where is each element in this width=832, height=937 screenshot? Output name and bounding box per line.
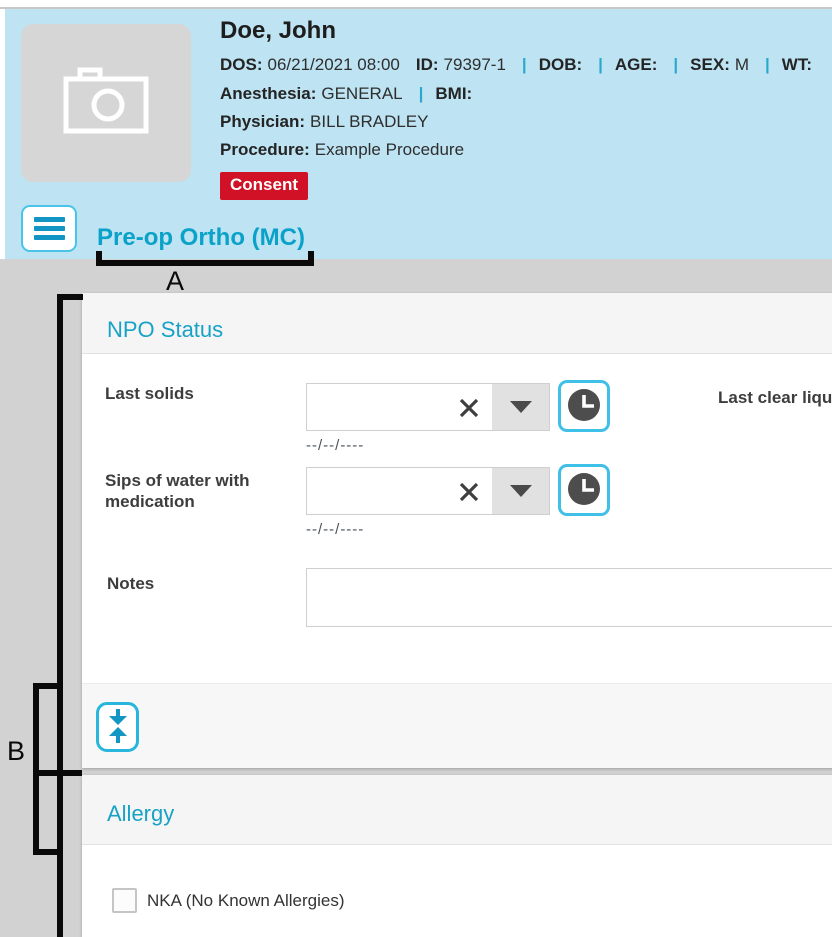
- annotation-b-label: B: [7, 736, 25, 767]
- sips-date-group: [306, 467, 550, 515]
- clear-x-icon[interactable]: [457, 396, 481, 420]
- npo-section-header: NPO Status: [82, 293, 832, 354]
- patient-info-line-3: Physician:BILL BRADLEY: [220, 112, 830, 132]
- last-solids-dropdown-button[interactable]: [492, 384, 549, 430]
- sips-of-water-label: Sips of water with medication: [105, 470, 277, 512]
- collapse-section-button[interactable]: [96, 702, 139, 752]
- clear-x-icon[interactable]: [457, 480, 481, 504]
- npo-section-title: NPO Status: [107, 317, 223, 343]
- patient-info-line-1: DOS:06/21/2021 08:00ID:79397-1|DOB:|AGE:…: [220, 55, 830, 75]
- camera-icon: [58, 63, 154, 144]
- annotation-b-tick-middle: [38, 770, 82, 776]
- dropdown-arrow-icon: [510, 485, 532, 497]
- notes-label: Notes: [107, 573, 154, 594]
- collapse-vertical-icon: [105, 708, 131, 747]
- nka-checkbox[interactable]: [112, 888, 137, 913]
- consent-badge[interactable]: Consent: [220, 172, 308, 200]
- patient-photo-placeholder[interactable]: [21, 24, 191, 182]
- npo-section-footer: [82, 683, 832, 768]
- annotation-a-label: A: [166, 266, 184, 297]
- clock-icon: [566, 387, 602, 426]
- page-title: Pre-op Ortho (MC): [97, 224, 305, 252]
- hamburger-menu-icon: [34, 217, 65, 222]
- nka-checkbox-label: NKA (No Known Allergies): [147, 891, 344, 911]
- annotation-a-line: [96, 260, 314, 266]
- patient-info-line-4: Procedure:Example Procedure: [220, 140, 830, 160]
- patient-info-line-2: Anesthesia:GENERAL|BMI:: [220, 84, 830, 104]
- sips-dropdown-button[interactable]: [492, 468, 549, 514]
- sips-time-button[interactable]: [558, 464, 610, 516]
- patient-header: Doe, John DOS:06/21/2021 08:00ID:79397-1…: [5, 9, 832, 259]
- patient-name: Doe, John: [220, 17, 336, 45]
- allergy-section: Allergy NKA (No Known Allergies): [82, 775, 832, 937]
- sips-date-hint: --/--/----: [306, 521, 364, 538]
- last-solids-time-button[interactable]: [558, 380, 610, 432]
- annotation-a-tick-left: [96, 251, 102, 266]
- dropdown-arrow-icon: [510, 401, 532, 413]
- clock-icon: [566, 471, 602, 510]
- annotation-b-tick-bottom: [33, 849, 59, 855]
- last-solids-date-group: [306, 383, 550, 431]
- allergy-section-header: Allergy: [82, 775, 832, 845]
- allergy-section-title: Allergy: [107, 801, 174, 827]
- preop-form-screen: Doe, John DOS:06/21/2021 08:00ID:79397-1…: [0, 0, 832, 937]
- last-solids-label: Last solids: [105, 383, 194, 404]
- annotation-bracket-vertical: [57, 294, 63, 937]
- npo-status-section: NPO Status Last solids --/--/---- Last c…: [82, 293, 832, 768]
- annotation-b-tick-top: [33, 683, 59, 689]
- hamburger-menu-button[interactable]: [21, 205, 77, 252]
- last-solids-date-hint: --/--/----: [306, 437, 364, 454]
- last-clear-liquids-label: Last clear liquids: [718, 387, 832, 408]
- notes-input[interactable]: [306, 568, 832, 627]
- annotation-a-tick-right: [308, 251, 314, 266]
- annotation-b-vertical: [33, 683, 39, 855]
